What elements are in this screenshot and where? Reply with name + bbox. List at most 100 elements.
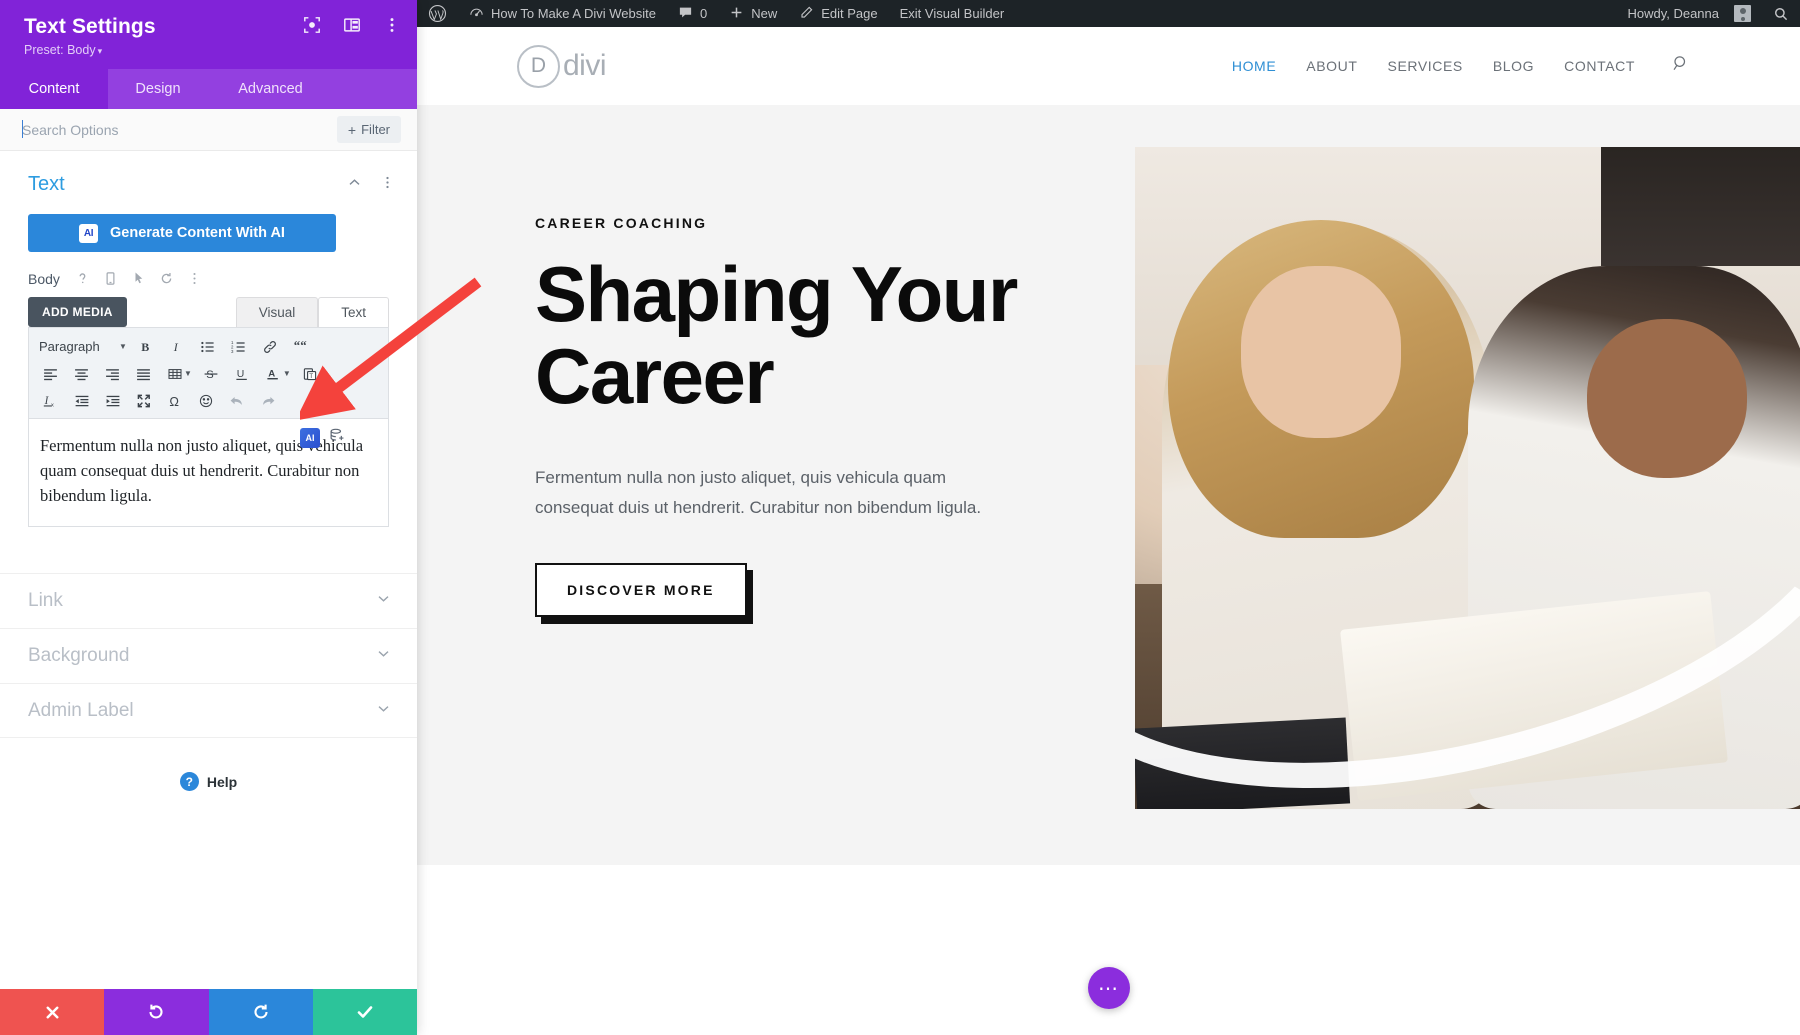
kebab-menu-icon[interactable] — [383, 16, 401, 34]
wordpress-logo-icon[interactable] — [417, 0, 458, 27]
svg-text:“: “ — [294, 339, 300, 352]
outdent-icon[interactable] — [66, 388, 97, 414]
undo-icon[interactable] — [221, 388, 252, 414]
underline-icon[interactable]: U — [227, 361, 258, 387]
panel-preset-selector[interactable]: Preset: Body ▾ — [24, 43, 397, 57]
plus-icon — [729, 5, 744, 23]
avatar — [1734, 5, 1751, 22]
toolbar-row-2: ▼ S U A ▼ T — [35, 360, 384, 387]
ai-rewrite-icon[interactable] — [329, 427, 346, 449]
format-select[interactable]: Paragraph — [35, 334, 125, 360]
editor-toolbar: Paragraph ▼ B I 123 ““ ▼ S U A ▼ T I x Ω — [28, 327, 389, 420]
bulleted-list-icon[interactable] — [193, 334, 224, 360]
comments-menu[interactable]: 0 — [667, 0, 718, 27]
search-icon[interactable] — [1671, 54, 1690, 78]
undo-button[interactable] — [104, 989, 209, 1035]
strikethrough-icon[interactable]: S — [196, 361, 227, 387]
my-account-menu[interactable]: Howdy, Deanna — [1616, 0, 1762, 27]
chevron-up-icon[interactable] — [347, 175, 362, 195]
generate-content-with-ai-button[interactable]: AI Generate Content With AI — [28, 214, 336, 253]
builder-menu-fab[interactable]: ⋯ — [1087, 967, 1130, 1009]
accordion-label: Link — [28, 590, 63, 612]
text-settings-panel: Text Settings Preset: Body ▾ Content Des… — [0, 0, 417, 1035]
align-right-icon[interactable] — [97, 361, 128, 387]
emoji-icon[interactable] — [190, 388, 221, 414]
body-field-row: Body — [0, 252, 417, 294]
chevron-down-icon[interactable]: ▼ — [119, 342, 127, 351]
hero-title: Shaping Your Career — [535, 250, 1018, 420]
comments-count: 0 — [699, 6, 708, 21]
editor-mode-tabs: Visual Text — [235, 297, 389, 328]
new-content-menu[interactable]: New — [718, 0, 788, 27]
photo-dark-strip — [1600, 147, 1800, 267]
italic-icon[interactable]: I — [162, 334, 193, 360]
filter-button[interactable]: + Filter — [336, 116, 401, 144]
section-title: Text — [28, 173, 65, 196]
focus-target-icon[interactable] — [303, 16, 321, 34]
save-button[interactable] — [312, 989, 417, 1035]
hero-eyebrow: CAREER COACHING — [535, 215, 708, 231]
kebab-menu-icon[interactable] — [187, 270, 202, 287]
bold-icon[interactable]: B — [131, 334, 162, 360]
tab-content[interactable]: Content — [0, 69, 108, 110]
site-name-menu[interactable]: How To Make A Divi Website — [458, 0, 667, 27]
fullscreen-icon[interactable] — [128, 388, 159, 414]
discover-more-button[interactable]: DISCOVER MORE — [535, 563, 747, 617]
nav-link-home[interactable]: HOME — [1232, 58, 1276, 74]
nav-link-blog[interactable]: BLOG — [1493, 58, 1534, 74]
wordpress-admin-bar: How To Make A Divi Website 0 New Edit Pa… — [417, 0, 1800, 27]
nav-link-contact[interactable]: CONTACT — [1564, 58, 1635, 74]
help-link[interactable]: ? Help — [0, 772, 417, 792]
reset-icon[interactable] — [159, 270, 174, 287]
search-input[interactable] — [22, 121, 337, 138]
accordion-background[interactable]: Background — [0, 628, 417, 683]
blockquote-icon[interactable]: ““ — [286, 334, 317, 360]
edit-page-link[interactable]: Edit Page — [788, 0, 888, 27]
layout-columns-icon[interactable] — [343, 16, 361, 34]
cancel-button[interactable] — [0, 989, 105, 1035]
divi-logo[interactable]: D divi — [517, 44, 607, 88]
divi-mark-icon: D — [517, 44, 560, 88]
ai-badge-icon[interactable]: AI — [300, 428, 320, 449]
paste-as-text-icon[interactable]: T — [295, 361, 326, 387]
accordion-list: Link Background Admin Label — [0, 573, 417, 739]
toolbar-row-1: Paragraph ▼ B I 123 ““ — [35, 333, 384, 360]
text-section-header: Text — [0, 151, 417, 208]
panel-footer — [0, 989, 417, 1035]
svg-text:S: S — [207, 369, 214, 381]
link-icon[interactable] — [255, 334, 286, 360]
svg-text:Ω: Ω — [169, 393, 179, 408]
visual-builder-canvas: D divi HOME ABOUT SERVICES BLOG CONTACT … — [417, 27, 1800, 1035]
tab-advanced[interactable]: Advanced — [208, 69, 333, 109]
howdy-label: Howdy, Deanna — [1627, 6, 1719, 21]
help-icon[interactable] — [75, 270, 90, 287]
align-center-icon[interactable] — [66, 361, 97, 387]
align-justify-icon[interactable] — [128, 361, 159, 387]
help-icon: ? — [179, 772, 199, 792]
tab-text[interactable]: Text — [318, 297, 389, 328]
nav-link-services[interactable]: SERVICES — [1388, 58, 1463, 74]
accordion-admin-label[interactable]: Admin Label — [0, 683, 417, 739]
redo-icon[interactable] — [252, 388, 283, 414]
clear-formatting-icon[interactable]: Ix — [35, 388, 66, 414]
toolbar-row-3: Ix Ω — [35, 387, 384, 414]
indent-icon[interactable] — [97, 388, 128, 414]
search-icon[interactable] — [1762, 0, 1800, 27]
exit-visual-builder-link[interactable]: Exit Visual Builder — [889, 0, 1016, 27]
chevron-down-icon[interactable]: ▼ — [283, 369, 291, 378]
help-label: Help — [206, 773, 238, 790]
tab-visual[interactable]: Visual — [235, 297, 319, 328]
chevron-down-icon[interactable]: ▼ — [184, 369, 192, 378]
special-character-icon[interactable]: Ω — [159, 388, 190, 414]
editor-content-area[interactable]: Fermentum nulla non justo aliquet, quis … — [28, 419, 389, 528]
add-media-button[interactable]: ADD MEDIA — [28, 297, 127, 328]
nav-link-about[interactable]: ABOUT — [1306, 58, 1357, 74]
redo-button[interactable] — [208, 989, 313, 1035]
kebab-menu-icon[interactable] — [380, 175, 395, 195]
tab-design[interactable]: Design — [108, 69, 208, 109]
accordion-link[interactable]: Link — [0, 573, 417, 628]
hover-icon[interactable] — [131, 270, 146, 287]
align-left-icon[interactable] — [35, 361, 66, 387]
numbered-list-icon[interactable]: 123 — [224, 334, 255, 360]
responsive-icon[interactable] — [103, 270, 118, 287]
